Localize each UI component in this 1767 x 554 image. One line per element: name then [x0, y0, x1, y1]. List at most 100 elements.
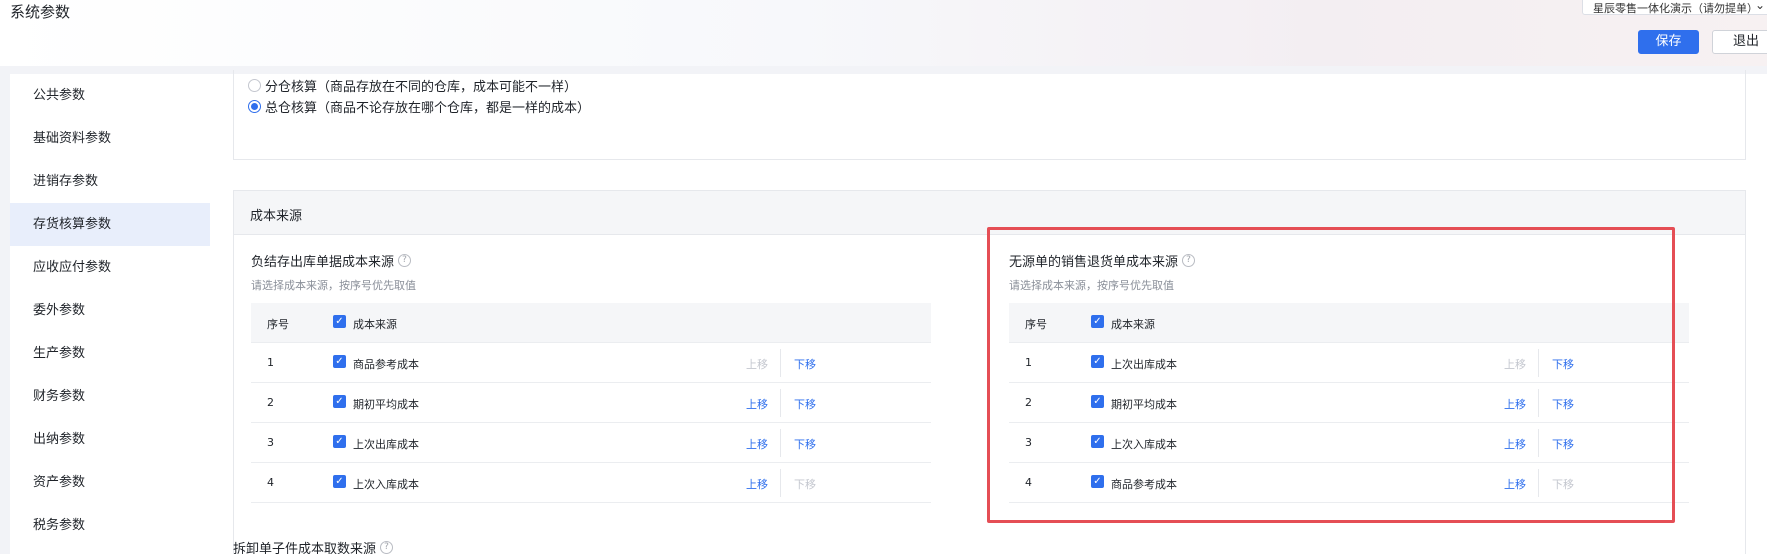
sidebar-item-label: 应收应付参数 — [33, 260, 112, 275]
row-source-name: 上次出库成本 — [1111, 358, 1177, 371]
checkbox-checked-icon[interactable]: ✓ — [1091, 395, 1104, 408]
row-no: 2 — [267, 396, 274, 409]
question-circle-icon[interactable]: ? — [398, 253, 412, 267]
sidebar-item-label: 税务参数 — [33, 518, 86, 533]
move-down-link[interactable]: 下移 — [1552, 436, 1574, 452]
sidebar: 公共参数 基础资料参数 进销存参数 存货核算参数 应收应付参数 委外参数 生产参… — [10, 74, 210, 554]
radio-option-by-warehouse[interactable]: 分仓核算（商品存放在不同的仓库，成本可能不一样） — [248, 76, 578, 95]
cost-source-card: 成本来源 负结存出库单据成本来源 ? 请选择成本来源，按序号优先取值 序号 ✓ … — [233, 190, 1746, 554]
row-source-name: 上次入库成本 — [353, 478, 419, 491]
block-hint: 请选择成本来源，按序号优先取值 — [1009, 279, 1174, 292]
checkbox-checked-icon[interactable]: ✓ — [333, 395, 346, 408]
move-down-link[interactable]: 下移 — [1552, 356, 1574, 372]
sidebar-item-outsourcing[interactable]: 委外参数 — [10, 289, 210, 332]
checkbox-checked-icon[interactable]: ✓ — [1091, 315, 1104, 328]
col-header-source: 成本来源 — [353, 318, 397, 331]
sidebar-item-basic-data[interactable]: 基础资料参数 — [10, 117, 210, 160]
question-circle-icon[interactable]: ? — [380, 541, 394, 554]
sidebar-item-receivable-payable[interactable]: 应收应付参数 — [10, 246, 210, 289]
row-no: 2 — [1025, 396, 1032, 409]
sidebar-item-cashier[interactable]: 出纳参数 — [10, 418, 210, 461]
move-up-link[interactable]: 上移 — [1504, 396, 1526, 412]
exit-button[interactable]: 退出 — [1712, 30, 1767, 54]
row-no: 3 — [267, 436, 274, 449]
move-up-link[interactable]: 上移 — [746, 436, 768, 452]
row-no: 4 — [1025, 476, 1032, 489]
sidebar-item-inventory-accounting[interactable]: 存货核算参数 — [10, 203, 210, 246]
divider — [1538, 429, 1539, 457]
table-row: 3 ✓ 上次出库成本 上移 下移 — [251, 423, 931, 463]
move-down-link[interactable]: 下移 — [794, 356, 816, 372]
sidebar-item-inventory[interactable]: 进销存参数 — [10, 160, 210, 203]
move-down-link[interactable]: 下移 — [1552, 396, 1574, 412]
col-header-no: 序号 — [267, 318, 289, 331]
move-up-link[interactable]: 上移 — [746, 476, 768, 492]
no-source-return-block: 无源单的销售退货单成本来源 ? 请选择成本来源，按序号优先取值 序号 ✓ 成本来… — [1009, 251, 1689, 503]
account-selector[interactable]: 星辰零售一体化演示（请勿提单） ⌄ — [1582, 0, 1767, 15]
radio-label: 总仓核算（商品不论存放在哪个仓库，都是一样的成本） — [265, 100, 591, 116]
account-label: 星辰零售一体化演示（请勿提单） — [1593, 2, 1758, 15]
block-hint: 请选择成本来源，按序号优先取值 — [251, 279, 416, 292]
sidebar-item-tax[interactable]: 税务参数 — [10, 504, 210, 547]
cost-source-table: 序号 ✓ 成本来源 1 ✓ 商品参考成本 上移 下移 2 ✓ 期初平均成本 上移 — [251, 303, 931, 503]
col-header-source: 成本来源 — [1111, 318, 1155, 331]
top-bar: 系统参数 星辰零售一体化演示（请勿提单） ⌄ 保存 退出 — [0, 0, 1767, 66]
main-content: 分仓核算（商品存放在不同的仓库，成本可能不一样） 总仓核算（商品不论存放在哪个仓… — [210, 70, 1767, 554]
sidebar-item-label: 出纳参数 — [33, 432, 86, 447]
sidebar-item-label: 存货核算参数 — [33, 217, 112, 232]
radio-checked-icon[interactable] — [248, 99, 261, 113]
radio-label: 分仓核算（商品存放在不同的仓库，成本可能不一样） — [265, 79, 578, 95]
block-title: 无源单的销售退货单成本来源 ? — [1009, 251, 1689, 270]
checkbox-checked-icon[interactable]: ✓ — [333, 435, 346, 448]
checkbox-checked-icon[interactable]: ✓ — [1091, 475, 1104, 488]
block-title-text: 拆卸单子件成本取数来源 — [233, 542, 377, 554]
row-source-name: 期初平均成本 — [1111, 398, 1177, 411]
accounting-method-card: 分仓核算（商品存放在不同的仓库，成本可能不一样） 总仓核算（商品不论存放在哪个仓… — [233, 70, 1746, 160]
sidebar-item-finance[interactable]: 财务参数 — [10, 375, 210, 418]
divider — [780, 389, 781, 417]
table-row: 4 ✓ 上次入库成本 上移 下移 — [251, 463, 931, 503]
chevron-down-icon: ⌄ — [1754, 0, 1765, 12]
question-circle-icon[interactable]: ? — [1182, 253, 1196, 267]
divider — [780, 469, 781, 497]
move-up-link[interactable]: 上移 — [1504, 436, 1526, 452]
move-up-link[interactable]: 上移 — [746, 396, 768, 412]
cost-source-table: 序号 ✓ 成本来源 1 ✓ 上次出库成本 上移 下移 2 ✓ 期初平均成本 上移 — [1009, 303, 1689, 503]
sidebar-item-label: 公共参数 — [33, 88, 86, 103]
move-down-link[interactable]: 下移 — [794, 436, 816, 452]
sidebar-item-assets[interactable]: 资产参数 — [10, 461, 210, 504]
table-header: 序号 ✓ 成本来源 — [251, 303, 931, 343]
radio-unchecked-icon[interactable] — [248, 78, 261, 92]
sidebar-item-label: 生产参数 — [33, 346, 86, 361]
disassembly-block-title: 拆卸单子件成本取数来源 ? — [233, 538, 394, 554]
sidebar-item-label: 委外参数 — [33, 303, 86, 318]
checkbox-checked-icon[interactable]: ✓ — [333, 315, 346, 328]
move-down-link: 下移 — [1552, 478, 1574, 491]
checkbox-checked-icon[interactable]: ✓ — [333, 355, 346, 368]
save-button[interactable]: 保存 — [1638, 30, 1699, 54]
page-title: 系统参数 — [10, 3, 71, 21]
checkbox-checked-icon[interactable]: ✓ — [333, 475, 346, 488]
move-up-link[interactable]: 上移 — [1504, 476, 1526, 492]
checkbox-checked-icon[interactable]: ✓ — [1091, 435, 1104, 448]
row-no: 3 — [1025, 436, 1032, 449]
block-title-text: 无源单的销售退货单成本来源 — [1009, 254, 1179, 270]
row-no: 4 — [267, 476, 274, 489]
table-row: 2 ✓ 期初平均成本 上移 下移 — [251, 383, 931, 423]
sidebar-item-label: 进销存参数 — [33, 174, 99, 189]
row-no: 1 — [267, 356, 274, 369]
col-header-no: 序号 — [1025, 318, 1047, 331]
radio-option-overall[interactable]: 总仓核算（商品不论存放在哪个仓库，都是一样的成本） — [248, 97, 591, 116]
table-row: 4 ✓ 商品参考成本 上移 下移 — [1009, 463, 1689, 503]
checkbox-checked-icon[interactable]: ✓ — [1091, 355, 1104, 368]
table-row: 2 ✓ 期初平均成本 上移 下移 — [1009, 383, 1689, 423]
section-title: 成本来源 — [234, 191, 1745, 235]
table-row: 1 ✓ 上次出库成本 上移 下移 — [1009, 343, 1689, 383]
sidebar-item-production[interactable]: 生产参数 — [10, 332, 210, 375]
row-source-name: 上次出库成本 — [353, 438, 419, 451]
divider — [1538, 469, 1539, 497]
divider — [780, 349, 781, 377]
row-source-name: 上次入库成本 — [1111, 438, 1177, 451]
sidebar-item-public[interactable]: 公共参数 — [10, 74, 210, 117]
move-down-link[interactable]: 下移 — [794, 396, 816, 412]
